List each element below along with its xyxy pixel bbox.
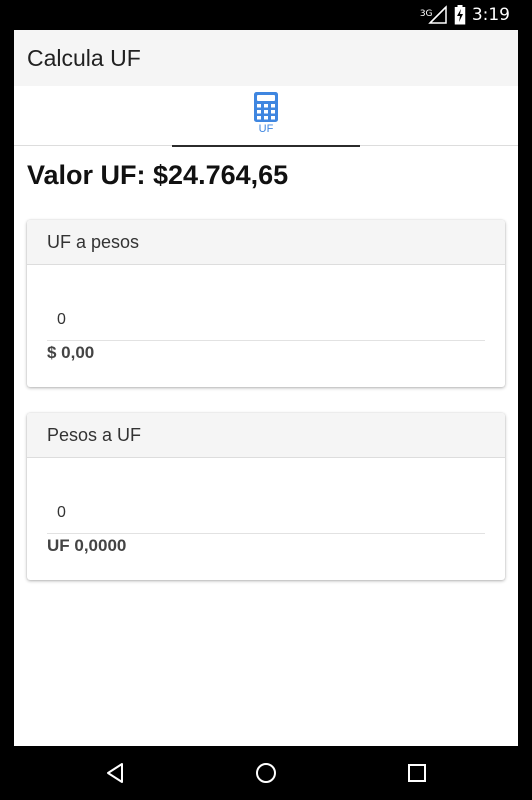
tab-bar: UF — [14, 86, 518, 147]
uf-rate: Valor UF: $24.764,65 — [27, 160, 289, 190]
navigation-bar — [0, 746, 532, 800]
app-window: Calcula UF UF Valor UF: $24.764,65 UF a … — [14, 30, 518, 746]
pesos-to-uf-card: Pesos a UF UF 0,0000 — [27, 413, 505, 580]
uf-result: UF 0,0000 — [47, 536, 127, 555]
calculator-icon — [254, 92, 278, 122]
tab-uf[interactable]: UF — [172, 86, 360, 147]
app-title: Calcula UF — [27, 44, 141, 71]
card-title: UF a pesos — [27, 220, 505, 265]
clock: 3:19 — [471, 5, 510, 25]
card-body: UF 0,0000 — [27, 458, 505, 580]
recents-icon[interactable] — [406, 762, 428, 784]
card-title: Pesos a UF — [27, 413, 505, 458]
uf-to-pesos-card: UF a pesos $ 0,00 — [27, 220, 505, 387]
uf-amount-input[interactable] — [47, 299, 485, 341]
status-bar: 3G 3:19 — [0, 0, 532, 30]
card-body: $ 0,00 — [27, 265, 505, 387]
battery-charging-icon — [454, 5, 466, 25]
tab-label: UF — [258, 123, 274, 135]
pesos-amount-input[interactable] — [47, 492, 485, 534]
back-icon[interactable] — [104, 762, 126, 784]
status-icons: 3G 3:19 — [419, 0, 510, 30]
app-toolbar: Calcula UF — [14, 30, 518, 86]
home-icon[interactable] — [255, 762, 277, 784]
network-type-label: 3G — [419, 9, 433, 19]
pesos-result: $ 0,00 — [47, 343, 95, 362]
signal-indicator: 3G — [419, 5, 448, 25]
tab-indicator — [172, 145, 360, 147]
